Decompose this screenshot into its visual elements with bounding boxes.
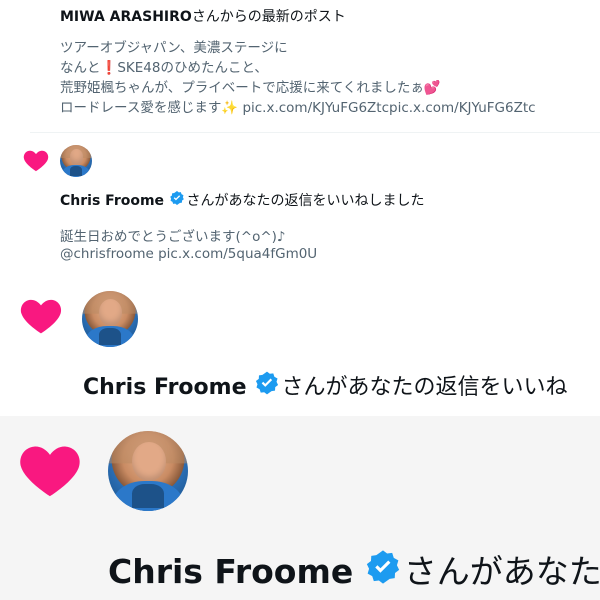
avatar[interactable] <box>108 431 188 511</box>
notification-action: さんがあなたの返信をいいね <box>281 375 568 400</box>
author-name[interactable]: MIWA ARASHIRO <box>60 9 192 25</box>
post-line-3: 荒野姫楓ちゃんが、プライベートで応援に来てくれましたぁ💕 <box>60 80 441 96</box>
verified-badge-icon <box>364 548 402 594</box>
divider <box>30 132 600 133</box>
two-hearts-icon: 💕 <box>423 80 441 96</box>
avatar[interactable] <box>82 291 138 347</box>
sparkles-icon: ✨ <box>221 100 239 116</box>
notification-action: さんがあなたの返信をいいねしました <box>186 193 425 209</box>
post-header[interactable]: MIWA ARASHIROさんからの最新のポスト <box>60 6 346 26</box>
notification-action: さんがあなた <box>403 552 600 591</box>
heart-icon <box>22 146 50 174</box>
exclamation-icon: ❗ <box>100 60 118 76</box>
post-line-2: なんと❗SKE48のひめたんこと、 <box>60 60 268 76</box>
verified-badge-icon <box>169 190 185 210</box>
avatar[interactable] <box>60 145 92 177</box>
post-line-4: ロードレース愛を感じます✨ pic.x.com/KJYuFG6Ztcpic.x.… <box>60 100 536 116</box>
notification-reply-text: 誕生日おめでとうございます(^o^)♪ <box>60 229 286 245</box>
user-name[interactable]: Chris Froome <box>83 375 247 400</box>
post-media-link[interactable]: pic.x.com/KJYuFG6Ztcpic.x.com/KJYuFG6Ztc <box>242 100 535 116</box>
notification-reply-link[interactable]: @chrisfroome pic.x.com/5qua4fGm0U <box>60 246 317 262</box>
verified-badge-icon <box>254 370 280 402</box>
notification-title[interactable]: Chris Froome さんがあなたの返信をいいねしました <box>60 190 425 210</box>
user-name[interactable]: Chris Froome <box>60 193 164 209</box>
user-name[interactable]: Chris Froome <box>108 552 353 591</box>
post-body[interactable]: ツアーオブジャパン、美濃ステージに なんと❗SKE48のひめたんこと、 荒野姫楓… <box>60 38 600 118</box>
heart-icon <box>18 292 64 338</box>
heart-icon <box>16 435 84 503</box>
notification-title[interactable]: Chris Froome さんがあなたの返信をいいね <box>83 369 568 402</box>
notification-title[interactable]: Chris Froome さんがあなた <box>108 545 600 594</box>
post-line-1: ツアーオブジャパン、美濃ステージに <box>60 40 288 56</box>
post-header-suffix: さんからの最新のポスト <box>191 9 346 25</box>
